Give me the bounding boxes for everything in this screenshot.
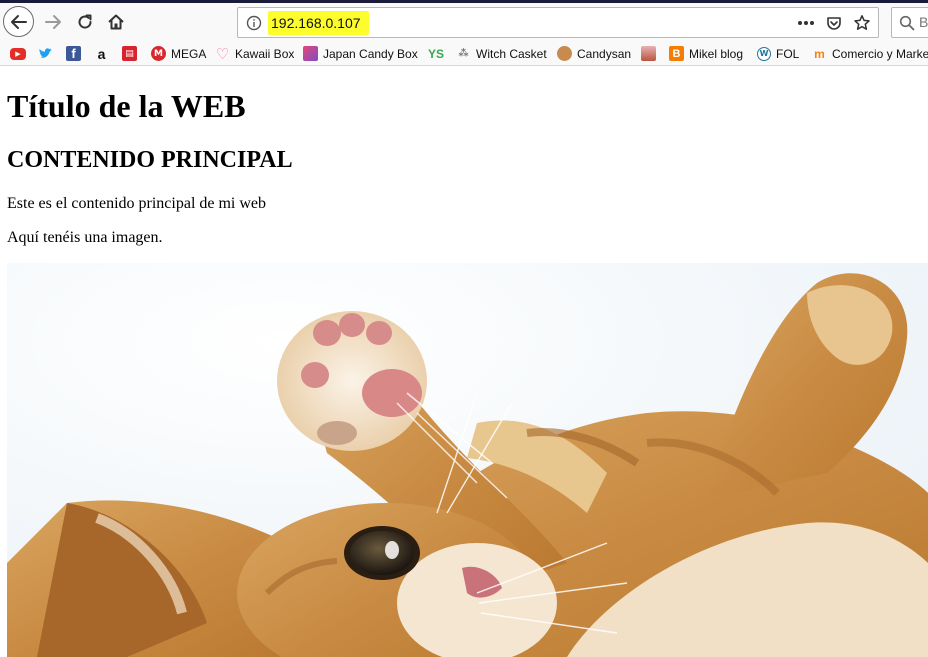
heart-icon: ♡	[215, 44, 230, 63]
bookmark-mega[interactable]: M MEGA	[151, 44, 206, 63]
bookmark-youtube[interactable]: ▶	[10, 44, 31, 63]
url-text[interactable]: 192.168.0.107	[268, 11, 369, 35]
section-heading: CONTENIDO PRINCIPAL	[7, 147, 293, 173]
bookmark-label: Japan Candy Box	[323, 46, 418, 61]
reload-icon	[78, 14, 92, 29]
bookmarks-toolbar: ▶ f a ▤ M MEGA ♡ Kawaii Box Japan Candy …	[0, 41, 928, 66]
page-actions-button[interactable]	[796, 12, 816, 34]
pocket-icon	[827, 17, 841, 30]
bookmark-witch-casket[interactable]: ⁂ Witch Casket	[456, 44, 547, 63]
box-icon	[641, 46, 656, 61]
reload-button[interactable]	[70, 7, 100, 37]
page-title: Título de la WEB	[7, 88, 246, 124]
bookmark-label: MEGA	[171, 46, 207, 61]
bookmark-label: Kawaii Box	[235, 46, 295, 61]
kitten-illustration	[7, 263, 928, 657]
bookmark-label: FOL	[776, 46, 800, 61]
home-icon	[108, 14, 124, 30]
bookmark-label: Candysan	[577, 46, 632, 61]
bookmark-label: YS	[428, 46, 445, 61]
bookmark-cart[interactable]: ▤	[122, 44, 142, 63]
forward-button[interactable]	[38, 7, 68, 37]
bookmark-box[interactable]	[641, 44, 661, 63]
search-icon	[899, 15, 915, 31]
amazon-icon: a	[97, 45, 106, 62]
pocket-button[interactable]	[824, 12, 844, 34]
bookmark-mikel-blog[interactable]: B Mikel blog	[669, 44, 743, 63]
paragraph-image-intro: Aquí tenéis una imagen.	[7, 229, 163, 246]
candy-icon	[303, 46, 318, 61]
twitter-icon	[38, 48, 53, 58]
site-info-icon[interactable]	[246, 15, 262, 31]
bookmark-label: Mikel blog	[689, 46, 744, 61]
address-bar[interactable]: 192.168.0.107	[237, 7, 879, 38]
bookmark-label: Witch Casket	[476, 46, 547, 61]
web-page-content: Título de la WEB CONTENIDO PRINCIPAL Est…	[0, 66, 928, 657]
candysan-icon	[557, 46, 572, 61]
navigation-toolbar: 192.168.0.107 B	[0, 3, 928, 41]
search-bar[interactable]: B	[891, 7, 928, 38]
bookmark-fol[interactable]: W FOL	[757, 44, 799, 63]
search-placeholder: B	[919, 14, 928, 30]
moodle-icon: m	[814, 46, 825, 61]
cart-icon: ▤	[122, 46, 137, 61]
bookmark-kawaii-box[interactable]: ♡ Kawaii Box	[215, 44, 295, 63]
home-button[interactable]	[101, 7, 131, 37]
bookmark-japan-candy-box[interactable]: Japan Candy Box	[303, 44, 418, 63]
forward-arrow-icon	[45, 15, 61, 29]
bookmark-label: Comercio y Market	[832, 46, 928, 61]
bookmark-candysan[interactable]: Candysan	[557, 44, 631, 63]
paragraph-main: Este es el contenido principal de mi web	[7, 195, 267, 212]
blogger-icon: B	[669, 46, 684, 61]
back-arrow-icon	[10, 14, 27, 29]
star-icon	[854, 15, 870, 30]
wordpress-icon: W	[757, 46, 771, 61]
bookmark-comercio-y-market[interactable]: m Comercio y Market	[812, 44, 928, 63]
youtube-icon: ▶	[10, 47, 26, 60]
bookmark-ys[interactable]: YS	[428, 44, 444, 63]
back-button[interactable]	[3, 6, 34, 37]
bookmark-facebook[interactable]: f	[66, 44, 86, 63]
bookmark-amazon[interactable]: a	[94, 44, 114, 63]
kitten-photo	[7, 263, 928, 657]
bookmark-star-button[interactable]	[852, 12, 872, 34]
facebook-icon: f	[66, 46, 81, 61]
mega-icon: M	[151, 46, 166, 61]
more-dots-icon	[798, 21, 814, 25]
witch-casket-icon: ⁂	[458, 48, 469, 59]
bookmark-twitter[interactable]	[38, 44, 58, 63]
